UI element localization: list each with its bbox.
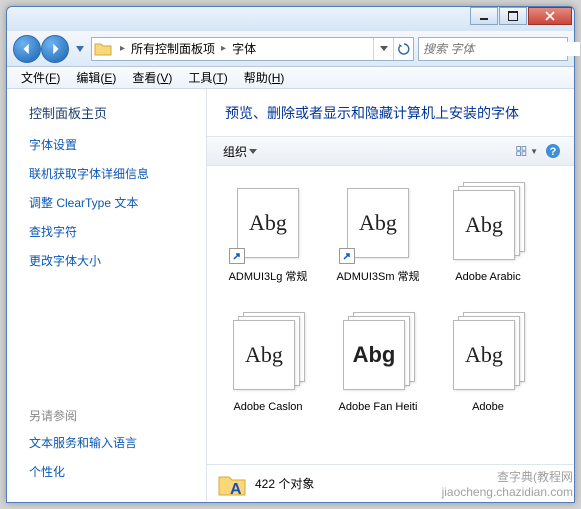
page-title: 预览、删除或者显示和隐藏计算机上安装的字体	[207, 89, 574, 136]
font-label: Adobe Arabic	[455, 270, 520, 284]
search-box[interactable]	[418, 37, 568, 61]
breadcrumb-fonts[interactable]: 字体	[230, 40, 258, 57]
sidebar-item-personalize[interactable]: 个性化	[29, 463, 196, 480]
svg-text:?: ?	[550, 146, 557, 158]
search-input[interactable]	[423, 42, 580, 56]
menu-bar: 文件(F) 编辑(E) 查看(V) 工具(T) 帮助(H)	[7, 67, 574, 89]
explorer-window: ▸ 所有控制面板项 ▸ 字体 文件(F) 编辑(E) 查看(V) 工具(T) 帮…	[6, 6, 575, 503]
help-button[interactable]: ?	[542, 140, 564, 162]
breadcrumb-all-items[interactable]: 所有控制面板项	[129, 40, 217, 57]
font-item[interactable]: Abg Adobe	[433, 308, 543, 438]
font-label: ADMUI3Sm 常规	[336, 270, 419, 284]
font-item[interactable]: Abg ADMUI3Lg 常规	[213, 178, 323, 308]
font-item[interactable]: Abg Adobe Fan Heiti	[323, 308, 433, 438]
font-item[interactable]: Abg ADMUI3Sm 常规	[323, 178, 433, 308]
chevron-right-icon: ▸	[116, 43, 129, 54]
status-bar: A 422 个对象	[207, 464, 574, 502]
chevron-right-icon: ▸	[217, 43, 230, 54]
font-label: Adobe Fan Heiti	[339, 400, 418, 414]
main-content: 预览、删除或者显示和隐藏计算机上安装的字体 组织 ▼ ?	[207, 89, 574, 502]
font-item[interactable]: Abg Adobe Caslon	[213, 308, 323, 438]
sidebar-item-font-size[interactable]: 更改字体大小	[29, 252, 196, 269]
font-label: Adobe	[472, 400, 504, 414]
menu-edit[interactable]: 编辑(E)	[68, 67, 124, 88]
sidebar-item-cleartype[interactable]: 调整 ClearType 文本	[29, 194, 196, 211]
chevron-down-icon: ▼	[530, 147, 538, 156]
font-item[interactable]: Abg Adobe Arabic	[433, 178, 543, 308]
forward-button[interactable]	[41, 35, 69, 63]
sidebar-item-online-details[interactable]: 联机获取字体详细信息	[29, 165, 196, 182]
status-text: 422 个对象	[255, 475, 314, 492]
shortcut-overlay-icon	[339, 248, 355, 264]
see-also-heading: 另请参阅	[29, 407, 196, 424]
sidebar-item-find-char[interactable]: 查找字符	[29, 223, 196, 240]
fonts-folder-icon: A	[217, 469, 247, 499]
title-bar	[7, 7, 574, 31]
menu-help[interactable]: 帮助(H)	[236, 67, 293, 88]
menu-tools[interactable]: 工具(T)	[180, 67, 235, 88]
menu-view[interactable]: 查看(V)	[124, 67, 180, 88]
sidebar-item-text-services[interactable]: 文本服务和输入语言	[29, 434, 196, 451]
address-bar[interactable]: ▸ 所有控制面板项 ▸ 字体	[91, 37, 414, 61]
organize-button[interactable]: 组织	[217, 141, 263, 162]
font-label: Adobe Caslon	[233, 400, 302, 414]
shortcut-overlay-icon	[229, 248, 245, 264]
address-dropdown[interactable]	[373, 38, 393, 60]
maximize-button[interactable]	[499, 7, 527, 25]
close-button[interactable]	[528, 7, 572, 25]
menu-file[interactable]: 文件(F)	[13, 67, 68, 88]
history-dropdown[interactable]	[73, 46, 87, 52]
font-label: ADMUI3Lg 常规	[229, 270, 308, 284]
sidebar: 控制面板主页 字体设置 联机获取字体详细信息 调整 ClearType 文本 查…	[7, 89, 207, 502]
view-options-button[interactable]: ▼	[516, 140, 538, 162]
toolbar: 组织 ▼ ?	[207, 136, 574, 166]
chevron-down-icon	[249, 149, 257, 154]
sidebar-item-font-settings[interactable]: 字体设置	[29, 136, 196, 153]
svg-text:A: A	[230, 481, 242, 498]
nav-bar: ▸ 所有控制面板项 ▸ 字体	[7, 31, 574, 67]
sidebar-heading: 控制面板主页	[29, 103, 196, 122]
minimize-button[interactable]	[470, 7, 498, 25]
back-button[interactable]	[13, 35, 41, 63]
refresh-button[interactable]	[393, 38, 413, 60]
font-grid: Abg ADMUI3Lg 常规 Abg ADMUI3Sm 常规 Abg	[207, 166, 574, 464]
folder-icon	[94, 41, 112, 57]
